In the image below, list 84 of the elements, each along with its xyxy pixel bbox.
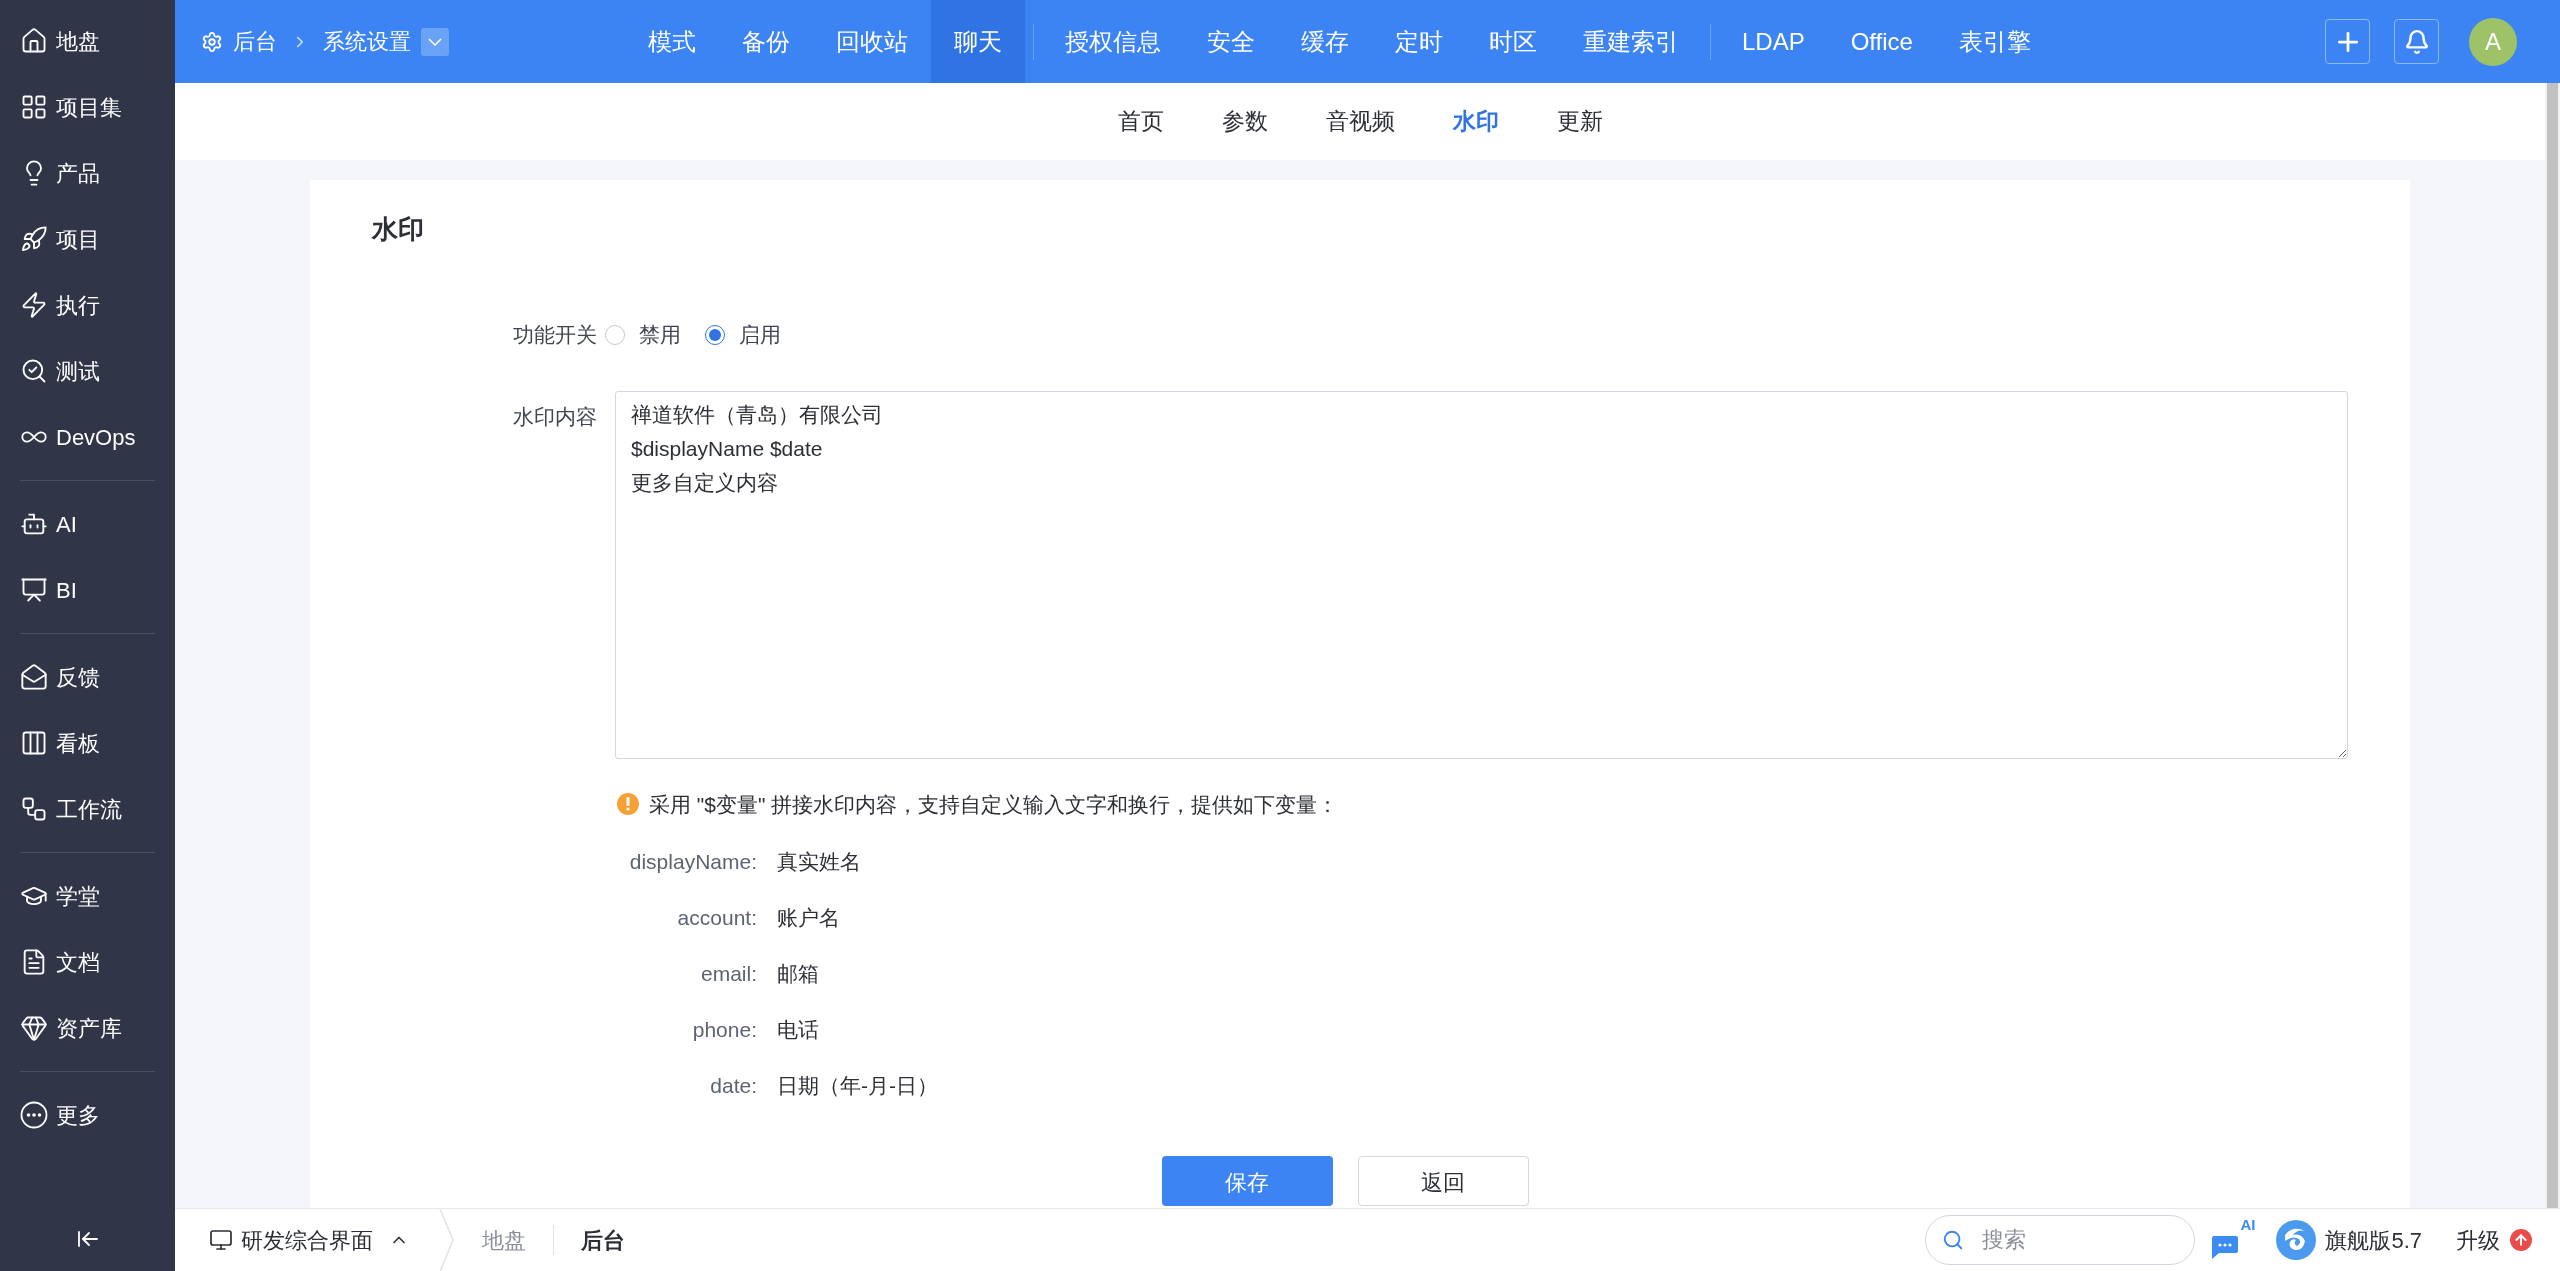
warning-icon: [617, 793, 639, 816]
nav-tab[interactable]: Office: [1827, 0, 1936, 83]
content-field[interactable]: 禅道软件（青岛）有限公司 $displayName $date 更多自定义内容: [615, 390, 2348, 759]
sidebar-item[interactable]: 学堂: [20, 863, 155, 929]
radio-label: 启用: [739, 322, 781, 348]
upgrade-icon: [2510, 1229, 2532, 1251]
sub-tab[interactable]: 首页: [1117, 104, 1164, 139]
sidebar-item[interactable]: 看板: [20, 710, 155, 776]
section-title: 水印: [372, 213, 424, 246]
sub-tab[interactable]: 更新: [1556, 104, 1603, 139]
nav-tab[interactable]: 模式: [625, 0, 719, 83]
sidebar-item[interactable]: 文档: [20, 929, 155, 995]
notifications-button[interactable]: [2394, 19, 2439, 64]
envelope-icon: [20, 663, 48, 691]
house-icon: [20, 27, 48, 55]
variable-description: 真实姓名: [777, 849, 861, 876]
edition-label: 旗舰版5.7: [2325, 1226, 2422, 1255]
hint-text: 采用 "$变量" 拼接水印内容，支持自定义输入文字和换行，提供如下变量：: [649, 791, 1339, 818]
board-icon: [20, 729, 48, 757]
variable-name: phone:: [691, 1017, 757, 1044]
presentation-icon: [20, 576, 48, 604]
sub-tab[interactable]: 水印: [1452, 104, 1499, 139]
variable-description: 电话: [777, 1017, 819, 1044]
breadcrumb-tab[interactable]: 后台: [554, 1223, 652, 1257]
sidebar-item[interactable]: 地盘: [20, 8, 155, 74]
nav-tab[interactable]: 表引擎: [1935, 0, 2054, 83]
search-field[interactable]: 搜索: [1925, 1215, 2196, 1265]
workflow-icon: [20, 795, 48, 823]
nav-tab[interactable]: 重建索引: [1560, 0, 1702, 83]
sidebar-item[interactable]: 项目集: [20, 74, 155, 140]
chat-bubble-icon: [2209, 1234, 2240, 1260]
variable-description: 账户名: [777, 905, 840, 932]
breadcrumb-current: 系统设置: [323, 28, 411, 56]
diamond-icon: [20, 1014, 48, 1042]
radio-label: 禁用: [639, 322, 681, 348]
dropdown-button[interactable]: [421, 27, 449, 56]
back-button[interactable]: 返回: [1357, 1156, 1529, 1206]
upgrade-button[interactable]: 升级: [2456, 1223, 2532, 1257]
workspace-switcher[interactable]: 研发综合界面: [175, 1209, 439, 1271]
save-button[interactable]: 保存: [1161, 1156, 1333, 1206]
more-icon: [20, 1101, 48, 1129]
field-label: 水印内容: [512, 403, 598, 430]
sidebar-item[interactable]: 更多: [20, 1082, 155, 1148]
nav-tab[interactable]: 缓存: [1278, 0, 1372, 83]
nav-tab[interactable]: 授权信息: [1042, 0, 1184, 83]
lightning-icon: [20, 291, 48, 319]
variable-name: displayName:: [628, 849, 757, 876]
nav-tab[interactable]: 定时: [1372, 0, 1466, 83]
variable-name: date:: [709, 1073, 757, 1100]
sidebar-item[interactable]: 产品: [20, 140, 155, 206]
sidebar-item[interactable]: 项目: [20, 206, 155, 272]
sidebar-item[interactable]: 资产库: [20, 995, 155, 1061]
add-button[interactable]: [2325, 19, 2370, 64]
field-label: 功能开关: [512, 322, 598, 348]
sidebar-item[interactable]: 工作流: [20, 776, 155, 842]
sidebar-item[interactable]: DevOps: [20, 404, 155, 470]
sidebar-item[interactable]: 执行: [20, 272, 155, 338]
variable-description: 邮箱: [777, 961, 819, 988]
rocket-icon: [20, 225, 48, 253]
grid-icon: [20, 93, 48, 121]
variable-description: 日期（年-月-日）: [777, 1073, 938, 1100]
breadcrumb-link[interactable]: 后台: [233, 25, 277, 58]
sidebar-item[interactable]: AI: [20, 491, 155, 557]
sub-tab[interactable]: 参数: [1221, 104, 1268, 139]
monitor-icon: [209, 1228, 233, 1252]
search-icon: [1942, 1229, 1965, 1251]
scrollbar[interactable]: [2545, 83, 2560, 1208]
nav-tab[interactable]: 回收站: [813, 0, 931, 83]
sub-tab[interactable]: 音视频: [1325, 104, 1395, 139]
settings-icon: [201, 30, 223, 53]
nav-tab[interactable]: 时区: [1466, 0, 1560, 83]
sidebar-item[interactable]: 反馈: [20, 644, 155, 710]
nav-tab[interactable]: 备份: [719, 0, 813, 83]
swirl-logo-icon: [2275, 1219, 2318, 1261]
magnifier-icon: [20, 357, 48, 385]
bell-icon: [2403, 28, 2430, 55]
nav-tab[interactable]: LDAP: [1719, 0, 1828, 83]
variable-name: account:: [676, 905, 757, 932]
nav-tab[interactable]: 聊天: [931, 0, 1025, 83]
nav-tab[interactable]: 安全: [1184, 0, 1278, 83]
chevron-down-icon: [428, 37, 442, 46]
variable-name: email:: [699, 961, 757, 988]
sidebar-item[interactable]: 测试: [20, 338, 155, 404]
sidebar-item[interactable]: BI: [20, 557, 155, 623]
